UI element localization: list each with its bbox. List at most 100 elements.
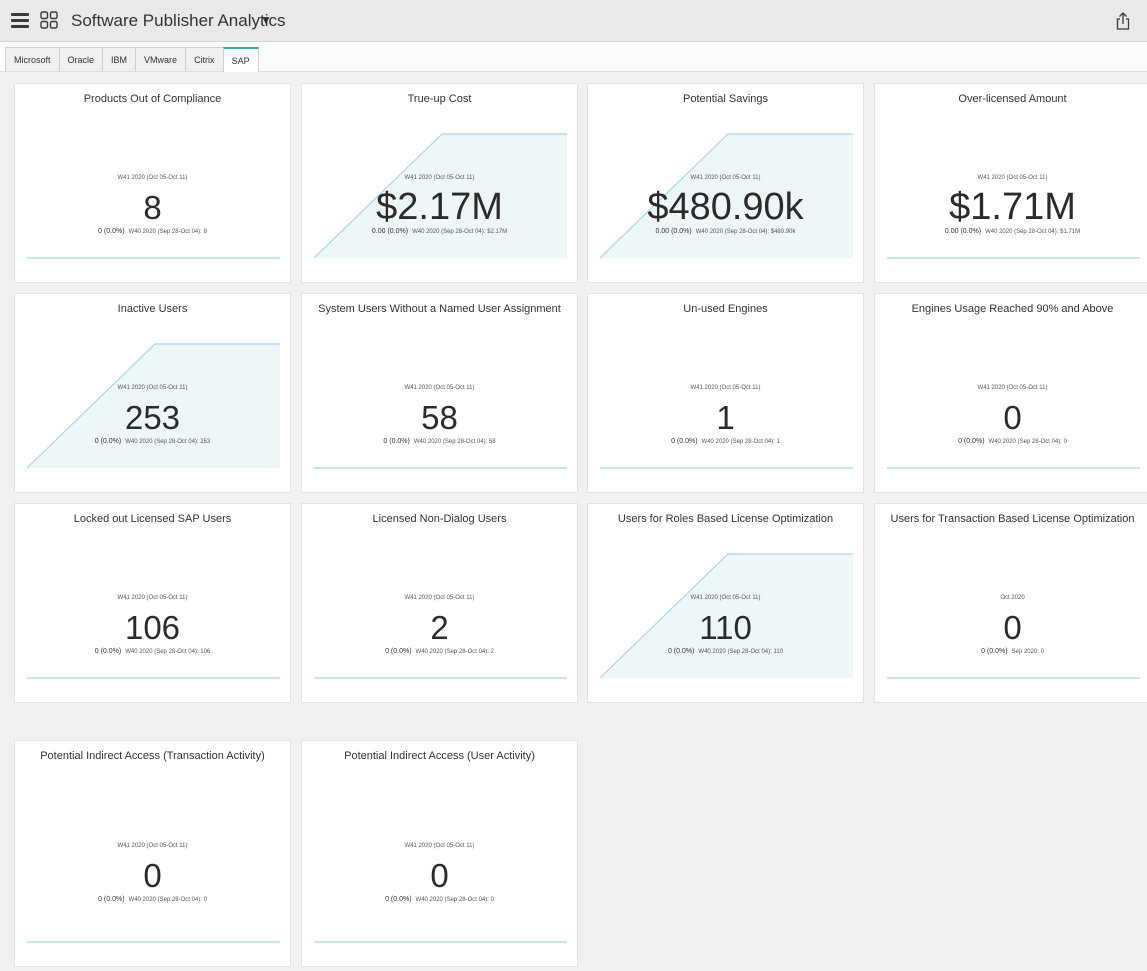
- kpi-card[interactable]: Products Out of Compliance W41 2020 (Oct …: [14, 83, 291, 283]
- kpi-period: Oct 2020: [1000, 595, 1025, 601]
- kpi-change: 0 (0.0%): [98, 896, 125, 903]
- kpi-period: W41 2020 (Oct 05-Oct 11): [404, 175, 475, 181]
- kpi-change: 0 (0.0%): [94, 648, 122, 655]
- kpi-previous-period: W40 2020 (Sep 28-Oct 04): 110: [698, 649, 784, 655]
- kpi-change: 0 (0.0%): [385, 896, 412, 903]
- kpi-change: 0.00 (0.0%): [655, 228, 692, 235]
- kpi-comparison: 0 (0.0%) W40 2020 (Sep 28-Oct 04): 0: [302, 896, 577, 903]
- kpi-change: 0 (0.0%): [383, 438, 410, 445]
- kpi-card[interactable]: Users for Transaction Based License Opti…: [874, 503, 1147, 703]
- kpi-previous-period: W40 2020 (Sep 28-Oct 04): 1: [701, 439, 780, 445]
- tab-ibm[interactable]: IBM: [102, 47, 136, 71]
- sparkline: [27, 257, 280, 259]
- kpi-change: 0 (0.0%): [385, 648, 412, 655]
- kpi-card-title: Over-licensed Amount: [958, 93, 1067, 105]
- top-bar: Software Publisher Analytics ▼: [0, 0, 1147, 42]
- kpi-period: W41 2020 (Oct 05-Oct 11): [690, 595, 761, 601]
- kpi-comparison: 0 (0.0%) W40 2020 (Sep 28-Oct 04): 58: [302, 438, 577, 445]
- kpi-card[interactable]: Users for Roles Based License Optimizati…: [587, 503, 864, 703]
- kpi-comparison: 0 (0.0%) W40 2020 (Sep 28-Oct 04): 8: [15, 228, 290, 235]
- kpi-previous-period: W40 2020 (Sep 28-Oct 04): 253: [125, 439, 211, 445]
- kpi-previous-period: Sep 2020: 0: [1011, 649, 1044, 655]
- kpi-period: W41 2020 (Oct 05-Oct 11): [977, 175, 1048, 181]
- kpi-comparison: 0 (0.0%) W40 2020 (Sep 28-Oct 04): 2: [302, 648, 577, 655]
- kpi-card[interactable]: Locked out Licensed SAP Users W41 2020 (O…: [14, 503, 291, 703]
- kpi-card[interactable]: Un-used Engines W41 2020 (Oct 05-Oct 11) 1…: [587, 293, 864, 493]
- kpi-previous-period: W40 2020 (Sep 28-Oct 04): 2: [415, 649, 494, 655]
- kpi-card[interactable]: Inactive Users W41 2020 (Oct 05-Oct 11) 25…: [14, 293, 291, 493]
- sparkline: [26, 343, 280, 469]
- kpi-comparison: 0 (0.0%) W40 2020 (Sep 28-Oct 04): 1: [588, 438, 863, 445]
- sparkline: [600, 467, 853, 469]
- publisher-tabs: Microsoft Oracle IBM VMware Citrix SAP: [5, 47, 259, 72]
- sparkline: [314, 467, 567, 469]
- kpi-card-title: Engines Usage Reached 90% and Above: [911, 303, 1114, 315]
- tab-sap[interactable]: SAP: [222, 47, 259, 72]
- kpi-change: 0 (0.0%): [981, 648, 1008, 655]
- kpi-value: 0: [430, 857, 449, 894]
- kpi-change: 0 (0.0%): [958, 438, 985, 445]
- kpi-change: 0.00 (0.0%): [371, 228, 409, 235]
- kpi-value: 8: [143, 189, 162, 226]
- kpi-card[interactable]: Potential Savings W41 2020 (Oct 05-Oct 11…: [587, 83, 864, 283]
- kpi-card-title: Locked out Licensed SAP Users: [73, 513, 232, 525]
- tab-microsoft[interactable]: Microsoft: [5, 47, 59, 71]
- kpi-period: W41 2020 (Oct 05-Oct 11): [117, 595, 188, 601]
- kpi-card[interactable]: Potential Indirect Access (Transaction A…: [14, 740, 291, 967]
- kpi-card[interactable]: True-up Cost W41 2020 (Oct 05-Oct 11) $2.1…: [301, 83, 578, 283]
- kpi-card[interactable]: Engines Usage Reached 90% and Above W41 2…: [874, 293, 1147, 493]
- kpi-value: $1.71M: [949, 186, 1076, 228]
- tab-citrix[interactable]: Citrix: [185, 47, 223, 71]
- kpi-value: 1: [716, 399, 735, 436]
- kpi-previous-period: W40 2020 (Sep 28-Oct 04): 0: [988, 439, 1067, 445]
- hamburger-menu-icon[interactable]: [11, 13, 29, 29]
- kpi-period: W41 2020 (Oct 05-Oct 11): [117, 843, 188, 849]
- kpi-card[interactable]: Over-licensed Amount W41 2020 (Oct 05-Oct…: [874, 83, 1147, 283]
- sparkline: [887, 677, 1140, 679]
- kpi-change: 0 (0.0%): [94, 438, 122, 445]
- sparkline: [314, 941, 567, 943]
- dashboard-dropdown-caret-icon[interactable]: ▼: [260, 13, 272, 27]
- kpi-period: W41 2020 (Oct 05-Oct 11): [404, 385, 475, 391]
- kpi-period: W41 2020 (Oct 05-Oct 11): [117, 385, 188, 391]
- kpi-value: 0: [143, 857, 162, 894]
- kpi-card-title: Inactive Users: [117, 303, 188, 315]
- kpi-comparison: 0 (0.0%) W40 2020 (Sep 28-Oct 04): 106: [15, 648, 290, 655]
- kpi-previous-period: W40 2020 (Sep 28-Oct 04): 106: [125, 649, 211, 655]
- kpi-comparison: 0 (0.0%) W40 2020 (Sep 28-Oct 04): 0: [15, 896, 290, 903]
- kpi-period: W41 2020 (Oct 05-Oct 11): [404, 843, 475, 849]
- tab-oracle[interactable]: Oracle: [58, 47, 103, 71]
- kpi-comparison: 0.00 (0.0%) W40 2020 (Sep 28-Oct 04): $48…: [588, 228, 863, 235]
- kpi-comparison: 0 (0.0%) W40 2020 (Sep 28-Oct 04): 253: [15, 438, 290, 445]
- kpi-comparison: 0 (0.0%) Sep 2020: 0: [875, 648, 1147, 655]
- share-icon[interactable]: [1115, 11, 1131, 31]
- kpi-card-title: Potential Indirect Access (Transaction A…: [40, 750, 265, 762]
- kpi-previous-period: W40 2020 (Sep 28-Oct 04): $2.17M: [412, 229, 508, 235]
- kpi-card[interactable]: Licensed Non-Dialog Users W41 2020 (Oct 0…: [301, 503, 578, 703]
- kpi-period: W41 2020 (Oct 05-Oct 11): [690, 175, 761, 181]
- tab-vmware[interactable]: VMware: [135, 47, 186, 71]
- kpi-card-title: Users for Roles Based License Optimizati…: [617, 513, 834, 525]
- kpi-card[interactable]: System Users Without a Named User Assign…: [301, 293, 578, 493]
- kpi-card[interactable]: Potential Indirect Access (User Activity…: [301, 740, 578, 967]
- kpi-previous-period: W40 2020 (Sep 28-Oct 04): 0: [415, 897, 494, 903]
- sparkline: [887, 467, 1140, 469]
- dashboard-title[interactable]: Software Publisher Analytics: [71, 11, 286, 31]
- kpi-card-title: Potential Savings: [683, 93, 768, 105]
- kpi-value: 2: [430, 609, 449, 646]
- kpi-card-title: Licensed Non-Dialog Users: [372, 513, 507, 525]
- kpi-card-title: Un-used Engines: [683, 303, 768, 315]
- kpi-card-title: True-up Cost: [407, 93, 472, 105]
- sparkline: [314, 677, 567, 679]
- kpi-comparison: 0.00 (0.0%) W40 2020 (Sep 28-Oct 04): $1.…: [875, 228, 1147, 235]
- publisher-tabs-bar: Microsoft Oracle IBM VMware Citrix SAP: [0, 42, 1147, 72]
- kpi-card-title: Products Out of Compliance: [83, 93, 222, 105]
- sparkline: [599, 133, 853, 259]
- sparkline: [887, 257, 1140, 259]
- kpi-period: W41 2020 (Oct 05-Oct 11): [690, 385, 761, 391]
- dashboard-grid-icon[interactable]: [40, 11, 58, 29]
- kpi-period: W41 2020 (Oct 05-Oct 11): [117, 175, 188, 181]
- kpi-comparison: 0 (0.0%) W40 2020 (Sep 28-Oct 04): 0: [875, 438, 1147, 445]
- kpi-change: 0 (0.0%): [667, 648, 695, 655]
- sparkline: [313, 133, 567, 259]
